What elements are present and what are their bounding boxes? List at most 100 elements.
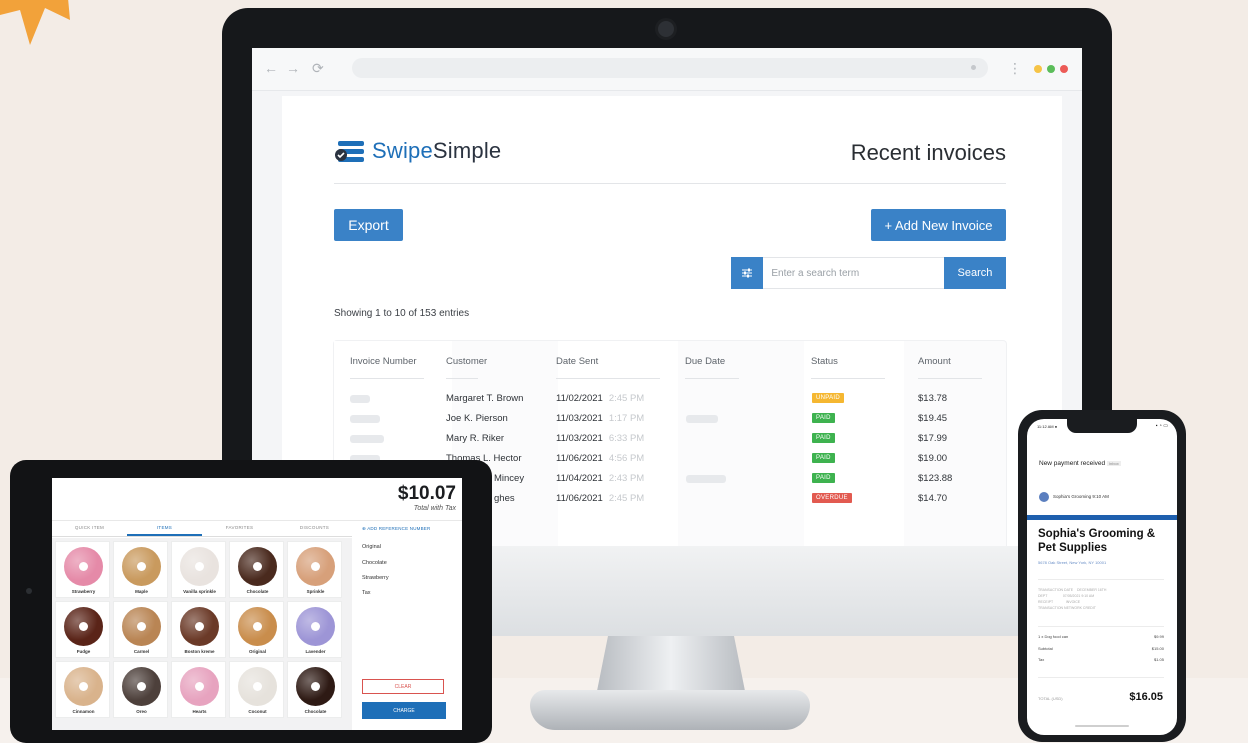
window-dot-red[interactable] (1060, 65, 1068, 73)
swipesimple-logo[interactable]: SwipeSimple (334, 138, 501, 164)
item-tile[interactable]: Chocolate (229, 541, 284, 598)
customer-name: Mincey (494, 473, 525, 484)
due-date-placeholder (686, 475, 726, 483)
item-tile[interactable]: Cinnamon (55, 661, 110, 718)
item-label: Chocolate (246, 589, 269, 594)
header-amount[interactable]: Amount (918, 356, 951, 367)
tab-items[interactable]: ITEMS (127, 525, 202, 530)
receipt-line: Tax $1.05 (1038, 657, 1164, 662)
email-subject: New payment received Inbox (1039, 460, 1121, 467)
receipt-line: 1 x Dog food can $9.99 (1038, 634, 1164, 639)
amount: $17.99 (918, 433, 948, 444)
donut-image (238, 547, 277, 586)
order-options-panel: ⊕ ADD REFERENCE NUMBER Original Chocolat… (362, 522, 462, 730)
sliders-icon[interactable] (731, 257, 764, 289)
export-button[interactable]: Export (334, 209, 403, 241)
header-status[interactable]: Status (811, 356, 838, 367)
tab-discounts[interactable]: DISCOUNTS (277, 525, 352, 530)
donut-image (64, 547, 103, 586)
table-row[interactable]: Margaret T. Brown 11/02/2021 2:45 PM UNPA… (334, 389, 1006, 409)
pos-tab-bar: QUICK ITEM ITEMS FAVORITES DISCOUNTS (52, 522, 352, 537)
search-button[interactable]: Search (943, 257, 1006, 289)
item-tile[interactable]: Original (229, 601, 284, 658)
donut-image (122, 607, 161, 646)
item-label: Chocolate (304, 709, 327, 714)
customer-name: Mary R. Riker (446, 433, 505, 444)
page-title: Recent invoices (850, 140, 1006, 165)
invoice-number-placeholder (350, 395, 370, 403)
item-tile[interactable]: Fudge (55, 601, 110, 658)
reload-icon[interactable]: ⟳ (312, 60, 324, 77)
donut-image (180, 607, 219, 646)
add-new-invoice-button[interactable]: + Add New Invoice (871, 209, 1006, 241)
header-underline (556, 378, 660, 379)
email-sender[interactable]: Sophia's Grooming 9:10 AM (1053, 494, 1109, 499)
item-tile[interactable]: Vanilla sprinkle (171, 541, 226, 598)
window-dot-green[interactable] (1047, 65, 1055, 73)
option-item[interactable]: Chocolate (362, 560, 387, 566)
divider (1038, 579, 1164, 580)
table-row[interactable]: Mary R. Riker 11/03/2021 6:33 PM PAID $17… (334, 429, 1006, 449)
table-row[interactable]: Joe K. Pierson 11/03/2021 1:17 PM PAID $1… (334, 409, 1006, 429)
invoice-number-placeholder (350, 435, 384, 443)
item-tile[interactable]: Carmel (113, 601, 168, 658)
bookmark-icon[interactable] (971, 65, 976, 70)
home-indicator[interactable] (1075, 725, 1129, 727)
header-date-sent[interactable]: Date Sent (556, 356, 598, 367)
clear-button[interactable]: CLEAR (362, 679, 444, 694)
receipt-total: $16.05 (1129, 691, 1163, 703)
window-dot-yellow[interactable] (1034, 65, 1042, 73)
item-tile[interactable]: Hearts (171, 661, 226, 718)
total-label: TOTAL (USD) (1038, 696, 1063, 701)
add-reference-link[interactable]: ⊕ ADD REFERENCE NUMBER (362, 526, 430, 532)
entries-count: Showing 1 to 10 of 153 entries (334, 308, 470, 319)
header-underline (918, 378, 982, 379)
item-tile[interactable]: Oreo (113, 661, 168, 718)
business-address[interactable]: 5678 Oak Street, New York, NY 10001 (1038, 560, 1106, 565)
header-invoice-number[interactable]: Invoice Number (350, 356, 417, 367)
item-tile[interactable]: Lavender (287, 601, 342, 658)
charge-button[interactable]: CHARGE (362, 702, 446, 719)
amount: $14.70 (918, 493, 948, 504)
item-label: Cinnamon (72, 709, 95, 714)
browser-menu-icon[interactable]: ⋮ (1008, 60, 1022, 77)
header-underline (350, 378, 424, 379)
receipt-line: Subtotal $15.00 (1038, 646, 1164, 651)
phone-device: 11:12 AM ● ▪ ◔ ▭ New payment received In… (1018, 410, 1186, 742)
item-tile[interactable]: Boston kreme (171, 601, 226, 658)
back-icon[interactable]: ← (264, 60, 278, 76)
header-due-date[interactable]: Due Date (685, 356, 725, 367)
option-item[interactable]: Strawberry (362, 575, 389, 581)
status-badge: PAID (812, 453, 835, 463)
customer-name: Margaret T. Brown (446, 393, 524, 404)
forward-icon[interactable]: → (286, 60, 300, 76)
status-badge: PAID (812, 413, 835, 423)
date-sent: 11/02/2021 2:45 PM (556, 393, 645, 404)
tab-favorites[interactable]: FAVORITES (202, 525, 277, 530)
item-label: Fudge (76, 649, 91, 654)
option-item[interactable]: Tax (362, 590, 371, 596)
item-label: Maple (135, 589, 148, 594)
invoice-number-placeholder (350, 415, 380, 423)
transaction-details: TRANSACTION DATE DECEMBER 16TH DEPT 07/0… (1038, 588, 1107, 610)
tab-quick-item[interactable]: QUICK ITEM (52, 525, 127, 530)
donut-image (180, 547, 219, 586)
header-underline (446, 378, 478, 379)
header-customer[interactable]: Customer (446, 356, 487, 367)
item-tile[interactable]: Chocolate (287, 661, 342, 718)
logo-wordmark: SwipeSimple (372, 138, 502, 163)
search-input[interactable] (763, 257, 944, 289)
item-tile[interactable]: Strawberry (55, 541, 110, 598)
pos-screen: $10.07 Total with Tax QUICK ITEM ITEMS F… (52, 478, 462, 730)
item-tile[interactable]: Coconut (229, 661, 284, 718)
item-tile[interactable]: Sprinkle (287, 541, 342, 598)
item-tile[interactable]: Maple (113, 541, 168, 598)
address-bar[interactable] (352, 58, 988, 78)
monitor-stand (596, 636, 746, 696)
camera-icon (655, 18, 677, 40)
amount: $13.78 (918, 393, 948, 404)
due-date-placeholder (686, 415, 718, 423)
logo-icon (335, 141, 364, 162)
donut-image (296, 607, 335, 646)
option-item[interactable]: Original (362, 544, 381, 550)
